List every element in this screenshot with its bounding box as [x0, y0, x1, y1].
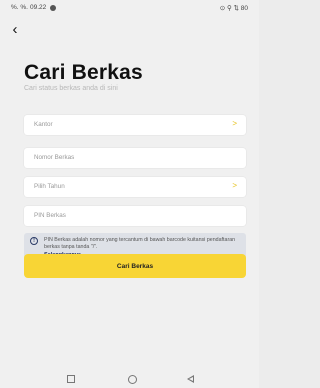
status-left: %. %. 09.22	[11, 4, 57, 11]
nav-back-icon[interactable]	[187, 375, 194, 383]
home-icon[interactable]	[128, 375, 137, 384]
notification-icon	[50, 4, 57, 11]
chevron-right-icon: >	[232, 181, 237, 190]
pin-berkas-input[interactable]: PIN Berkas	[24, 206, 246, 226]
pin-berkas-placeholder: PIN Berkas	[34, 212, 66, 219]
android-nav-bar	[0, 372, 259, 388]
signal-icons: %. %.	[11, 4, 28, 11]
tahun-placeholder: Pilih Tahun	[34, 183, 65, 190]
info-icon: !	[30, 237, 38, 245]
chevron-right-icon: >	[232, 119, 237, 128]
clock: 09.22	[29, 4, 47, 11]
nomor-berkas-input[interactable]: Nomor Berkas	[24, 148, 246, 168]
tahun-select[interactable]: Pilih Tahun >	[24, 177, 246, 197]
back-arrow-icon[interactable]: ‹	[8, 22, 22, 37]
status-bar: %. %. 09.22 ⊙ ⚲ ⇅ 80	[0, 0, 259, 16]
page-title: Cari Berkas	[24, 61, 143, 84]
system-status-icons: ⊙ ⚲ ⇅ 80	[219, 5, 248, 12]
page-subtitle: Cari status berkas anda di sini	[24, 85, 118, 92]
kantor-placeholder: Kantor	[34, 121, 53, 128]
app-screen: %. %. 09.22 ⊙ ⚲ ⇅ 80 ‹ Cari Berkas Cari …	[0, 0, 259, 388]
nomor-berkas-placeholder: Nomor Berkas	[34, 154, 75, 161]
search-button[interactable]: Cari Berkas	[24, 254, 246, 278]
recents-icon[interactable]	[67, 375, 75, 383]
status-right: ⊙ ⚲ ⇅ 80	[220, 4, 248, 12]
kantor-select[interactable]: Kantor >	[24, 115, 246, 135]
pin-info-text: PIN Berkas adalah nomor yang tercantum d…	[44, 237, 236, 250]
